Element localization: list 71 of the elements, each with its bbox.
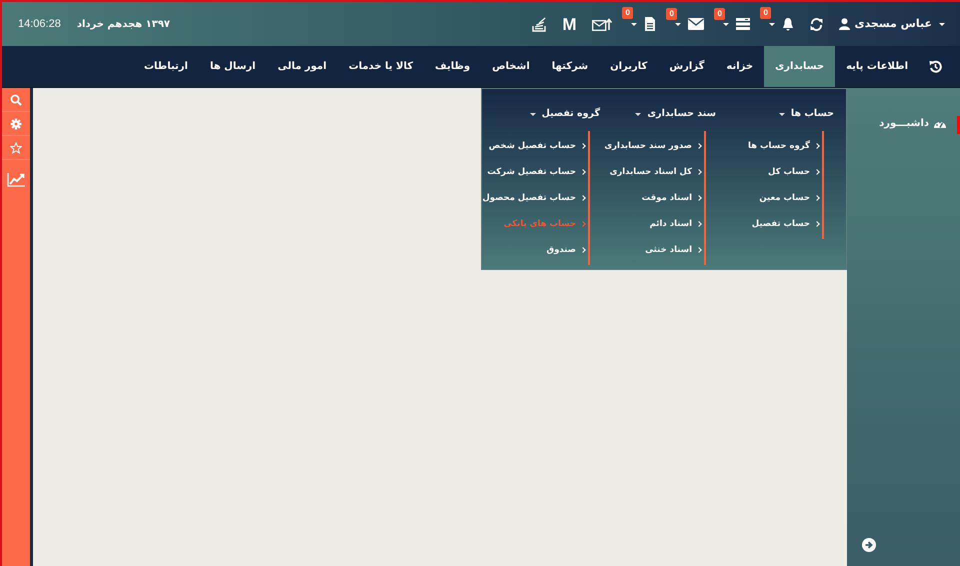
clock-text: 14:06:28 bbox=[18, 16, 61, 32]
menu-link[interactable]: حساب تفصیل شخص bbox=[482, 133, 585, 160]
chart-icon[interactable] bbox=[7, 173, 25, 187]
arrow-circle-icon[interactable] bbox=[862, 538, 876, 552]
count-badge: 0 bbox=[714, 8, 725, 20]
chevron-icon bbox=[696, 247, 702, 254]
user-name: عباس مسجدی bbox=[854, 16, 932, 32]
chevron-icon bbox=[696, 143, 702, 150]
logo-text[interactable]: M bbox=[562, 16, 576, 32]
menu-link[interactable]: حساب تفصیل شرکت bbox=[482, 159, 585, 186]
nav-tab[interactable]: ارتباطات bbox=[132, 46, 199, 87]
user-icon bbox=[839, 18, 850, 30]
nav-tab[interactable]: حسابداری bbox=[764, 46, 836, 87]
chevron-icon bbox=[696, 169, 702, 176]
chevron-icon bbox=[580, 169, 586, 176]
menu-link[interactable]: اسناد دائم bbox=[604, 211, 701, 238]
settings-icon[interactable] bbox=[10, 118, 22, 130]
nav-tab[interactable]: امور مالی bbox=[266, 46, 338, 87]
menu-link[interactable]: حساب کل bbox=[748, 159, 819, 186]
chevron-icon bbox=[814, 221, 820, 228]
caret-icon bbox=[635, 112, 642, 116]
caret-icon[interactable] bbox=[631, 22, 638, 26]
chevron-icon bbox=[696, 221, 702, 228]
caret-icon bbox=[778, 112, 785, 116]
count-badge: 0 bbox=[760, 7, 771, 19]
star-icon[interactable] bbox=[10, 142, 22, 154]
document-icon[interactable] bbox=[644, 17, 656, 31]
column-heading[interactable]: گروه تفصیل bbox=[526, 107, 600, 122]
envelope-upload-icon[interactable] bbox=[592, 18, 612, 30]
gauge-icon bbox=[934, 118, 946, 128]
nav-tab[interactable]: وظایف bbox=[424, 46, 482, 87]
menu-link[interactable]: گروه حساب ها bbox=[748, 133, 819, 160]
nav-tab[interactable]: گزارش bbox=[658, 46, 716, 87]
menu-link[interactable]: اسناد موقت bbox=[604, 185, 701, 212]
bell-icon[interactable] bbox=[782, 17, 794, 31]
menu-link[interactable]: کل اسناد حسابداری bbox=[604, 159, 701, 186]
nav-tab[interactable]: کاربران bbox=[599, 46, 658, 87]
menu-link[interactable]: صندوق bbox=[482, 237, 585, 264]
chevron-icon bbox=[814, 143, 820, 150]
caret-icon[interactable] bbox=[939, 22, 945, 26]
date-text: ۱۳۹۷ هجدهم خرداد bbox=[76, 18, 170, 32]
count-badge: 0 bbox=[622, 7, 633, 19]
chevron-icon bbox=[814, 169, 820, 176]
list-icon[interactable] bbox=[736, 18, 750, 30]
count-badge: 0 bbox=[666, 8, 677, 20]
envelope-icon[interactable] bbox=[688, 18, 704, 30]
chevron-icon bbox=[580, 221, 586, 228]
stack-icon[interactable] bbox=[532, 16, 546, 32]
menu-link[interactable]: حساب تفصیل محصول bbox=[482, 185, 585, 212]
caret-icon bbox=[530, 112, 536, 116]
column-heading[interactable]: سند حسابداری bbox=[632, 107, 716, 122]
menu-link[interactable]: حساب تفصیل bbox=[748, 211, 819, 238]
nav-tab[interactable]: اشخاص bbox=[481, 46, 541, 87]
chevron-icon bbox=[580, 247, 586, 254]
history-icon[interactable] bbox=[929, 60, 942, 73]
nav-tab[interactable]: خزانه bbox=[715, 46, 764, 87]
nav-tab[interactable]: شرکتها bbox=[540, 46, 600, 87]
search-icon[interactable] bbox=[10, 94, 22, 106]
chevron-icon bbox=[580, 195, 586, 202]
menu-link[interactable]: حساب معین bbox=[748, 185, 819, 212]
nav-tab[interactable]: کالا یا خدمات bbox=[338, 46, 424, 87]
chevron-icon bbox=[580, 143, 586, 150]
caret-icon[interactable] bbox=[769, 22, 776, 26]
menu-link[interactable]: صدور سند حسابداری bbox=[604, 133, 701, 160]
column-heading[interactable]: حساب ها bbox=[776, 107, 834, 122]
menu-link[interactable]: اسناد خنثی bbox=[604, 237, 701, 264]
nav-tab[interactable]: اطلاعات پایه bbox=[835, 46, 919, 87]
refresh-icon[interactable] bbox=[810, 18, 824, 30]
chevron-icon bbox=[696, 195, 702, 202]
chevron-icon bbox=[814, 195, 820, 202]
nav-tab[interactable]: ارسال ها bbox=[198, 46, 267, 87]
